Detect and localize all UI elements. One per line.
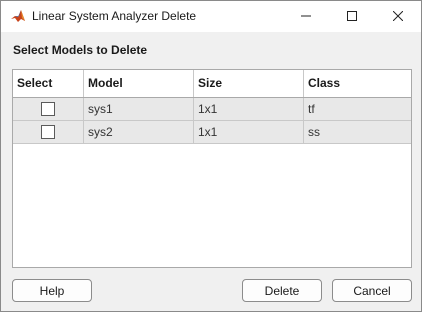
select-checkbox-sys2[interactable]: [41, 125, 55, 139]
column-header-select[interactable]: Select: [13, 70, 84, 97]
help-button[interactable]: Help: [12, 279, 92, 302]
section-label: Select Models to Delete: [13, 43, 148, 57]
title-bar: Linear System Analyzer Delete: [1, 1, 421, 32]
size-cell: 1x1: [194, 98, 304, 120]
dialog-window: Linear System Analyzer Delete Select Mod…: [0, 0, 422, 312]
size-cell: 1x1: [194, 121, 304, 143]
maximize-icon: [347, 10, 357, 24]
cancel-button[interactable]: Cancel: [332, 279, 412, 302]
close-button[interactable]: [375, 1, 421, 32]
delete-button[interactable]: Delete: [242, 279, 322, 302]
class-cell: tf: [308, 102, 315, 116]
select-cell: [13, 98, 84, 120]
table-row[interactable]: sys1 1x1 tf: [13, 98, 411, 121]
matlab-logo-icon: [10, 8, 26, 24]
column-header-class[interactable]: Class: [304, 70, 411, 97]
table-row[interactable]: sys2 1x1 ss: [13, 121, 411, 144]
table-header: Select Model Size Class: [13, 70, 411, 98]
minimize-icon: [301, 10, 311, 24]
select-checkbox-sys1[interactable]: [41, 102, 55, 116]
close-icon: [392, 10, 404, 24]
minimize-button[interactable]: [283, 1, 329, 32]
models-table: Select Model Size Class sys1 1x1 tf sys2…: [12, 69, 412, 268]
select-cell: [13, 121, 84, 143]
column-header-model[interactable]: Model: [84, 70, 194, 97]
maximize-button[interactable]: [329, 1, 375, 32]
class-cell: ss: [308, 125, 320, 139]
window-title: Linear System Analyzer Delete: [32, 9, 197, 23]
model-cell: sys2: [84, 121, 194, 143]
column-header-size[interactable]: Size: [194, 70, 304, 97]
model-cell: sys1: [84, 98, 194, 120]
